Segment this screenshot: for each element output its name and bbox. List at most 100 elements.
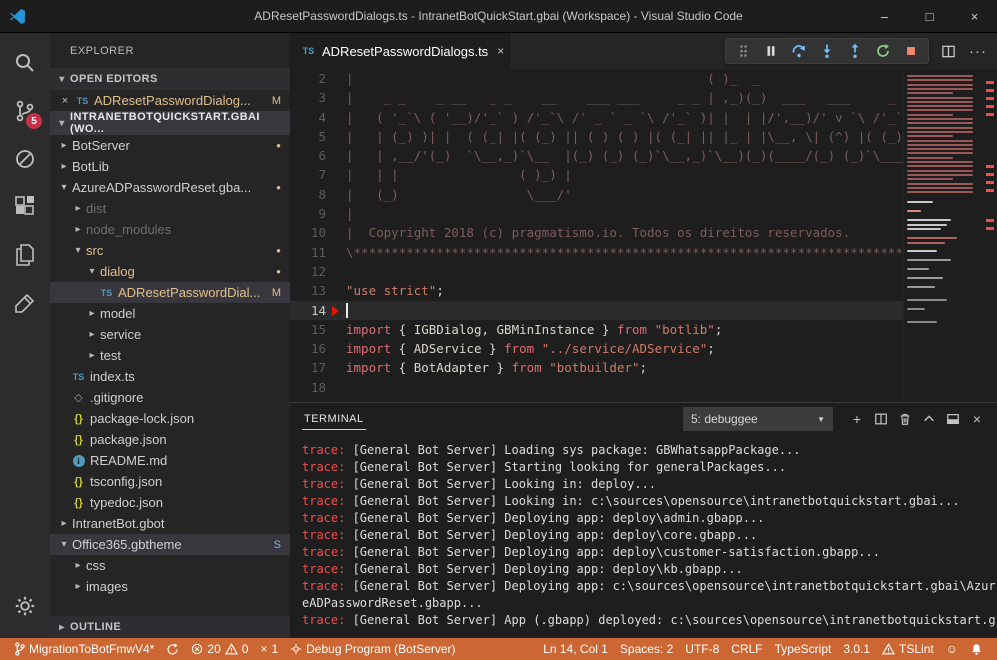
code-line-18[interactable]: 18 [290, 378, 903, 397]
code-line-10[interactable]: 10| Copyright 2018 (c) pragmatismo.io. T… [290, 223, 903, 242]
edit-icon[interactable] [0, 279, 50, 327]
close-button[interactable]: × [952, 0, 997, 32]
tree-item-package-lock-json[interactable]: {}package-lock.json [50, 408, 290, 429]
open-editor-item-adresetpassworddialog[interactable]: ×TSADResetPasswordDialog...M [50, 90, 290, 111]
code-text [346, 301, 348, 320]
step-into-button[interactable] [814, 40, 840, 62]
settings-gear-icon[interactable] [0, 582, 50, 630]
tree-item-botserver[interactable]: ▸BotServer● [50, 135, 290, 156]
maximize-button[interactable]: □ [907, 0, 952, 32]
toggle-panel-icon[interactable] [941, 406, 965, 432]
step-out-button[interactable] [842, 40, 868, 62]
tslint-item[interactable]: TSLint [876, 638, 940, 660]
tree-item-package-json[interactable]: {}package.json [50, 429, 290, 450]
split-terminal-icon[interactable] [869, 406, 893, 432]
tab-close-icon[interactable]: × [497, 44, 504, 58]
code-line-5[interactable]: 5| | (_) )| | ( (_| |( (_) || ( ) ( ) |(… [290, 127, 903, 146]
tree-item-azureadpasswordreset-gba[interactable]: ▾AzureADPasswordReset.gba...● [50, 177, 290, 198]
tree-item-gitignore[interactable]: ◇.gitignore [50, 387, 290, 408]
more-actions-icon[interactable]: ··· [965, 34, 991, 69]
tree-item-model[interactable]: ▸model [50, 303, 290, 324]
tree-item-office365-gbtheme[interactable]: ▾Office365.gbthemeS [50, 534, 290, 555]
chevron-expanded-icon: ▾ [84, 266, 100, 277]
file-label: BotServer [72, 138, 130, 153]
explorer-files-icon[interactable] [0, 231, 50, 279]
pause-button[interactable] [758, 40, 784, 62]
extensions-icon[interactable] [0, 183, 50, 231]
tree-item-service[interactable]: ▸service [50, 324, 290, 345]
tree-item-intranetbot-gbot[interactable]: ▸IntranetBot.gbot [50, 513, 290, 534]
code-line-14[interactable]: 14 [290, 301, 903, 320]
outline-header[interactable]: ▸ OUTLINE [50, 616, 290, 638]
tree-item-tsconfig-json[interactable]: {}tsconfig.json [50, 471, 290, 492]
feedback-smiley-icon[interactable]: ☺ [940, 638, 964, 660]
restart-button[interactable] [870, 40, 896, 62]
language-indicator[interactable]: TypeScript [769, 638, 838, 660]
tree-item-css[interactable]: ▸css [50, 555, 290, 576]
code-line-3[interactable]: 3| _ _ _ __ _ _ __ ___ ___ _ _ | ,_)(_) … [290, 88, 903, 107]
tree-item-dialog[interactable]: ▾dialog● [50, 261, 290, 282]
code-editor[interactable]: 2| ( )_ _ |3| _ _ _ __ _ _ __ ___ ___ _ … [290, 69, 997, 402]
code-line-13[interactable]: 13"use strict"; [290, 281, 903, 300]
debug-program-item[interactable]: Debug Program (BotServer) [284, 638, 461, 660]
code-lines[interactable]: 2| ( )_ _ |3| _ _ _ __ _ _ __ ___ ___ _ … [290, 69, 903, 402]
source-control-icon[interactable]: 5 [0, 87, 50, 135]
row-decorations: ● [276, 267, 290, 276]
code-line-8[interactable]: 8| (_) \___/' | [290, 185, 903, 204]
minimap[interactable] [903, 69, 983, 402]
code-line-17[interactable]: 17import { BotAdapter } from "botbuilder… [290, 358, 903, 377]
debug-icon[interactable] [0, 135, 50, 183]
code-line-15[interactable]: 15import { IGBDialog, GBMinInstance } fr… [290, 320, 903, 339]
ts-version-indicator[interactable]: 3.0.1 [837, 638, 876, 660]
code-line-4[interactable]: 4| ( '_`\ ( '__)/'_` ) /'_`\ /' _ ` _ `\… [290, 108, 903, 127]
notifications-bell-icon[interactable] [964, 638, 989, 660]
indentation-indicator[interactable]: Spaces: 2 [614, 638, 679, 660]
encoding-indicator[interactable]: UTF-8 [679, 638, 725, 660]
kill-terminal-icon[interactable] [893, 406, 917, 432]
search-icon[interactable] [0, 39, 50, 87]
new-terminal-icon[interactable]: + [845, 406, 869, 432]
git-branch-item[interactable]: MigrationToBotFmwV4* [8, 638, 160, 660]
tab-adresetpassworddialogs[interactable]: TS ADResetPasswordDialogs.ts × [290, 33, 510, 69]
open-editors-header[interactable]: ▾ OPEN EDITORS [50, 68, 290, 90]
step-over-button[interactable] [786, 40, 812, 62]
tree-item-images[interactable]: ▸images [50, 576, 290, 597]
overview-ruler[interactable] [983, 69, 997, 402]
split-editor-icon[interactable] [935, 34, 961, 69]
code-text: "use strict"; [346, 281, 444, 300]
tree-item-dist[interactable]: ▸dist [50, 198, 290, 219]
tree-item-node-modules[interactable]: ▸node_modules [50, 219, 290, 240]
minimize-button[interactable]: – [862, 0, 907, 32]
maximize-panel-icon[interactable] [917, 406, 941, 432]
eol-indicator[interactable]: CRLF [725, 638, 768, 660]
close-panel-icon[interactable]: × [965, 406, 989, 432]
tree-item-adresetpassworddial[interactable]: TSADResetPasswordDial...M [50, 282, 290, 303]
tree-item-readme-md[interactable]: iREADME.md [50, 450, 290, 471]
ts-file-icon: TS [70, 372, 87, 382]
code-line-6[interactable]: 6| | ,__/'(_) `\__,_)`\__ |(_) (_) (_)`\… [290, 146, 903, 165]
code-line-2[interactable]: 2| ( )_ _ | [290, 69, 903, 88]
line-col-indicator[interactable]: Ln 14, Col 1 [537, 638, 614, 660]
code-line-7[interactable]: 7| | | ( )_) | | [290, 165, 903, 184]
terminal-select[interactable]: 5: debuggee ▼ [683, 407, 833, 431]
json-file-icon: {} [70, 434, 87, 446]
tree-item-src[interactable]: ▾src● [50, 240, 290, 261]
toolbar-grip[interactable] [730, 40, 756, 62]
code-line-12[interactable]: 12 [290, 262, 903, 281]
tree-item-test[interactable]: ▸test [50, 345, 290, 366]
code-line-9[interactable]: 9| | [290, 204, 903, 223]
tree-item-typedoc-json[interactable]: {}typedoc.json [50, 492, 290, 513]
workspace-root-header[interactable]: ▾ INTRANETBOTQUICKSTART.GBAI (WO... [50, 111, 290, 135]
terminal-tab[interactable]: TERMINAL [302, 409, 366, 430]
close-editor-icon[interactable]: × [56, 95, 74, 107]
code-line-11[interactable]: 11\*************************************… [290, 243, 903, 262]
tree-item-botlib[interactable]: ▸BotLib [50, 156, 290, 177]
stop-button[interactable] [898, 40, 924, 62]
sync-item[interactable] [160, 638, 185, 660]
code-line-16[interactable]: 16import { ADService } from "../service/… [290, 339, 903, 358]
cross-count-item[interactable]: × 1 [254, 638, 284, 660]
problems-item[interactable]: 20 0 [185, 638, 254, 660]
tree-item-index-ts[interactable]: TSindex.ts [50, 366, 290, 387]
open-editors-list: ×TSADResetPasswordDialog...M [50, 90, 290, 111]
terminal-output[interactable]: trace: [General Bot Server] Loading sys … [290, 435, 997, 638]
